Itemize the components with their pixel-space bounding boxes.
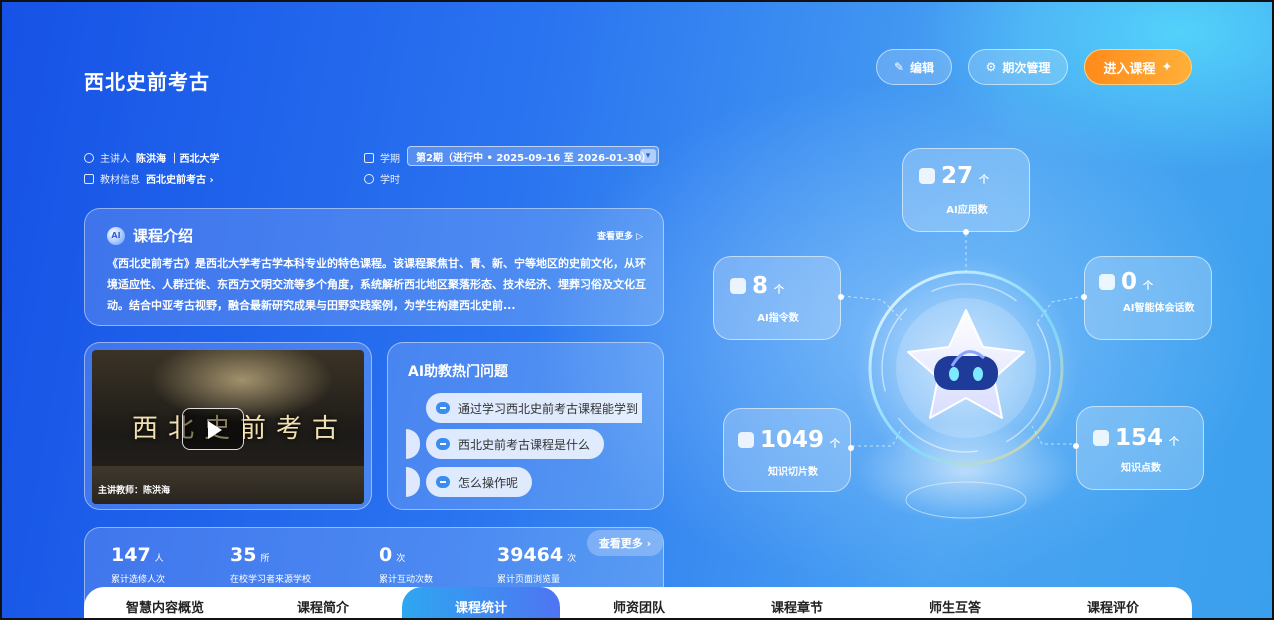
- course-tabs: 智慧内容概览 课程简介 课程统计 师资团队 课程章节 师生互答 课程评价: [84, 587, 1192, 618]
- pencil-icon: ✎: [893, 60, 905, 74]
- book-icon: [84, 173, 94, 184]
- tab-qa[interactable]: 师生互答: [876, 587, 1034, 618]
- chat-bubble-icon: [436, 438, 450, 450]
- clock-icon: [364, 173, 374, 184]
- user-icon: [84, 152, 94, 163]
- video-card[interactable]: 西北史前考古 主讲教师：陈洪海: [84, 342, 372, 510]
- chat-bubble-icon: [436, 476, 450, 488]
- enter-course-button[interactable]: 进入课程 ✦: [1084, 49, 1192, 85]
- faq-title: AI助教热门问题: [408, 364, 509, 380]
- stat-item: 147 人 累计选修人次: [111, 544, 166, 585]
- ai-faq-card: AI助教热门问题 通过学习西北史前考古课程能学到 西北史前考古课程是什么 怎么操…: [387, 342, 664, 510]
- intro-text: 《西北史前考古》是西北大学考古学本科专业的特色课程。该课程聚焦甘、青、新、宁等地…: [107, 257, 646, 312]
- chat-bubble-icon: [436, 402, 450, 414]
- stat-item: 35 所 在校学习者来源学校: [230, 544, 312, 585]
- video-teacher-caption: 主讲教师：陈洪海: [98, 486, 171, 496]
- faq-question[interactable]: 怎么操作呢: [426, 467, 533, 497]
- tab-intro[interactable]: 课程简介: [244, 587, 402, 618]
- tab-overview[interactable]: 智慧内容概览: [86, 587, 244, 618]
- connector-dot: [963, 229, 969, 235]
- faq-question[interactable]: 通过学习西北史前考古课程能学到: [426, 393, 643, 423]
- connector-dot: [838, 294, 844, 300]
- hours-label: 学时: [364, 171, 400, 186]
- calendar-icon: [364, 152, 374, 163]
- lecturer-info: 主讲人 陈洪海 ｜西北大学: [84, 150, 219, 165]
- sparkle-icon: ✦: [1161, 59, 1173, 75]
- command-icon: [730, 278, 746, 294]
- nodes-icon: [1093, 430, 1109, 446]
- faq-question[interactable]: 西北史前考古课程是什么: [426, 429, 605, 459]
- edit-button[interactable]: ✎ 编辑: [876, 49, 952, 85]
- page-frame: 西北史前考古 ✎ 编辑 ⚙ 期次管理 进入课程 ✦ 主讲人 陈洪海 ｜西北大学 …: [0, 0, 1274, 620]
- stats-more-button[interactable]: 查看更多 ›: [587, 530, 663, 556]
- metric-ai-commands: 8 个 AI指令数: [713, 256, 841, 340]
- intro-title: 课程介绍: [133, 227, 194, 245]
- tab-faculty[interactable]: 师资团队: [560, 587, 718, 618]
- intro-more-link[interactable]: 查看更多 ▷: [597, 229, 643, 242]
- robot-eye-left: [949, 367, 959, 381]
- term-management-button[interactable]: ⚙ 期次管理: [968, 49, 1068, 85]
- gear-icon: ⚙: [985, 60, 997, 74]
- term-select[interactable]: 第2期（进行中 • 2025-09-16 至 2026-01-30） ▾: [407, 146, 659, 166]
- robot-icon: [1099, 274, 1115, 290]
- connector-dot: [1073, 443, 1079, 449]
- tab-reviews[interactable]: 课程评价: [1034, 587, 1192, 618]
- term-label: 学期: [364, 150, 400, 165]
- faq-bubble-tail: [406, 429, 420, 459]
- metric-knowledge-points: 154 个 知识点数: [1076, 406, 1204, 490]
- stat-item: 0次 累计互动次数: [379, 544, 434, 585]
- robot-visor: [934, 356, 998, 390]
- cubes-icon: [738, 432, 754, 448]
- chevron-down-icon: ▾: [640, 149, 656, 163]
- robot-eye-right: [973, 367, 983, 381]
- tab-chapters[interactable]: 课程章节: [718, 587, 876, 618]
- connector-dot: [1081, 294, 1087, 300]
- flower-icon: [919, 168, 935, 184]
- course-title: 西北史前考古: [84, 70, 210, 94]
- intro-heading: AI 课程介绍: [107, 225, 193, 246]
- stat-item: 39464 次 累计页面浏览量: [497, 544, 577, 585]
- metric-knowledge-slices: 1049 个 知识切片数: [723, 408, 851, 492]
- ai-logo-icon: AI: [107, 226, 125, 245]
- play-icon[interactable]: [182, 408, 244, 450]
- connector-dot: [848, 445, 854, 451]
- tab-statistics[interactable]: 课程统计: [402, 587, 560, 618]
- video-thumbnail[interactable]: 西北史前考古 主讲教师：陈洪海: [92, 350, 364, 504]
- textbook-info[interactable]: 教材信息 西北史前考古 ›: [84, 171, 214, 186]
- course-intro-card: AI 课程介绍 查看更多 ▷ 《西北史前考古》是西北大学考古学本科专业的特色课程…: [84, 208, 664, 326]
- metric-ai-apps: 27 个 AI应用数: [902, 148, 1030, 232]
- metric-ai-agents: 0 个 AI智能体会话数: [1084, 256, 1212, 340]
- faq-bubble-tail: [406, 467, 420, 497]
